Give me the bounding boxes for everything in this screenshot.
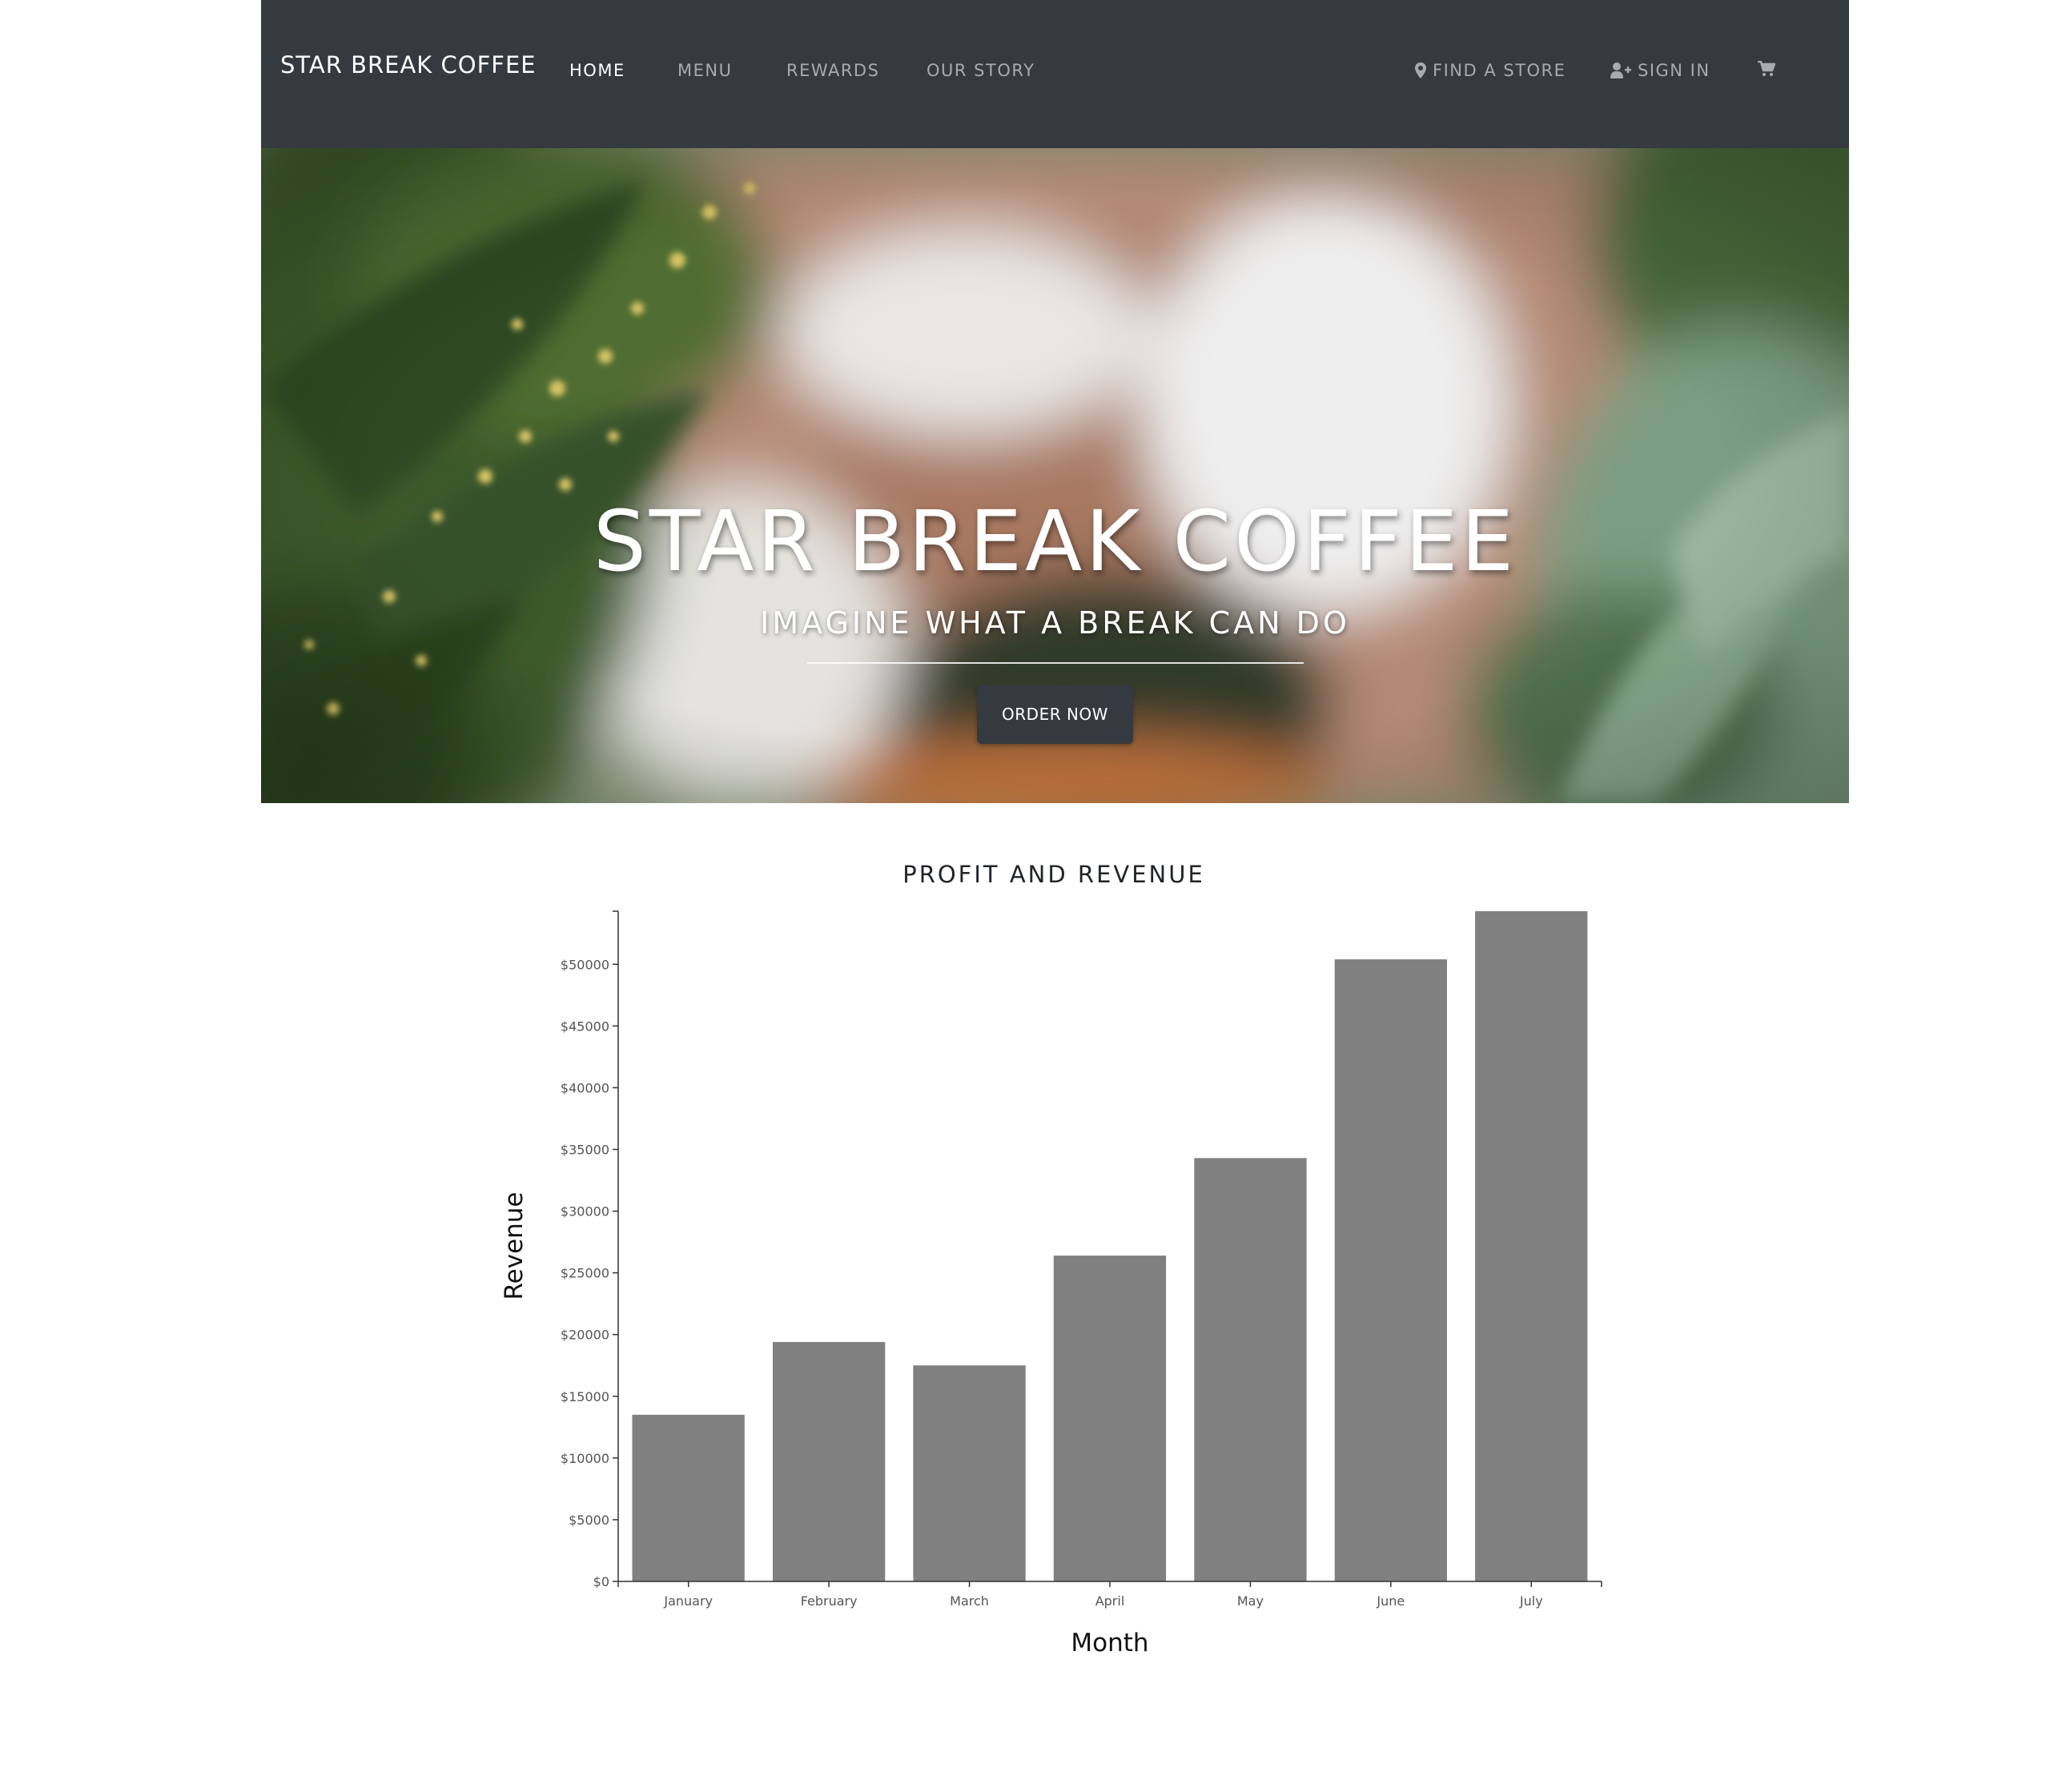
find-store-link[interactable]: FIND A STORE	[1415, 61, 1566, 80]
y-tick-label: $5000	[569, 1513, 609, 1528]
y-tick-label: $25000	[561, 1266, 609, 1281]
navbar: STAR BREAK COFFEE HOME MENU REWARDS OUR …	[261, 0, 1849, 148]
hero-title: STAR BREAK COFFEE	[593, 492, 1517, 590]
chart-bar-april	[1053, 1256, 1167, 1581]
x-tick-label: April	[1095, 1593, 1125, 1609]
chart-bar-february	[773, 1342, 886, 1581]
x-tick-label: June	[1376, 1593, 1405, 1609]
sign-in-link[interactable]: SIGN IN	[1610, 61, 1710, 80]
x-axis-label: Month	[1071, 1629, 1148, 1657]
x-tick-label: March	[950, 1593, 989, 1609]
y-axis-label: Revenue	[500, 1191, 529, 1300]
y-tick-label: $40000	[561, 1080, 609, 1095]
chart-bar-january	[632, 1414, 745, 1581]
y-tick-label: $20000	[561, 1328, 609, 1343]
y-tick-label: $30000	[561, 1204, 609, 1219]
nav-link-menu[interactable]: MENU	[677, 61, 732, 80]
nav-link-home[interactable]: HOME	[569, 61, 625, 80]
nav-link-rewards[interactable]: REWARDS	[786, 61, 879, 80]
y-tick-label: $50000	[561, 957, 609, 972]
chart-title: PROFIT AND REVENUE	[902, 861, 1205, 888]
x-tick-label: January	[663, 1593, 713, 1609]
x-tick-label: July	[1519, 1593, 1543, 1609]
y-tick-label: $10000	[561, 1451, 609, 1466]
cart-link[interactable]	[1758, 61, 1782, 77]
y-tick-label: $0	[593, 1574, 609, 1589]
chart-bar-march	[913, 1365, 1026, 1581]
chart-bar-june	[1334, 959, 1447, 1581]
shopping-cart-icon	[1758, 61, 1775, 76]
order-now-button[interactable]: ORDER NOW	[977, 685, 1133, 744]
user-plus-icon	[1610, 62, 1631, 78]
y-tick-label: $35000	[561, 1142, 609, 1157]
chart-bar-july	[1475, 911, 1588, 1581]
y-tick-label: $45000	[561, 1019, 609, 1034]
nav-link-our-story[interactable]: OUR STORY	[927, 61, 1035, 80]
hero-subtitle: IMAGINE WHAT A BREAK CAN DO	[760, 605, 1350, 641]
hero-section: STAR BREAK COFFEE IMAGINE WHAT A BREAK C…	[261, 148, 1849, 803]
y-tick-label: $15000	[561, 1389, 609, 1404]
chart-bar-may	[1194, 1158, 1307, 1581]
page: STAR BREAK COFFEE HOME MENU REWARDS OUR …	[0, 0, 2050, 1792]
map-marker-icon	[1415, 62, 1426, 78]
x-tick-label: May	[1237, 1593, 1264, 1609]
find-store-label: FIND A STORE	[1433, 61, 1566, 80]
hero-divider	[807, 662, 1304, 664]
brand-logo[interactable]: STAR BREAK COFFEE	[280, 51, 537, 78]
sign-in-label: SIGN IN	[1638, 61, 1710, 80]
x-tick-label: February	[801, 1593, 858, 1609]
